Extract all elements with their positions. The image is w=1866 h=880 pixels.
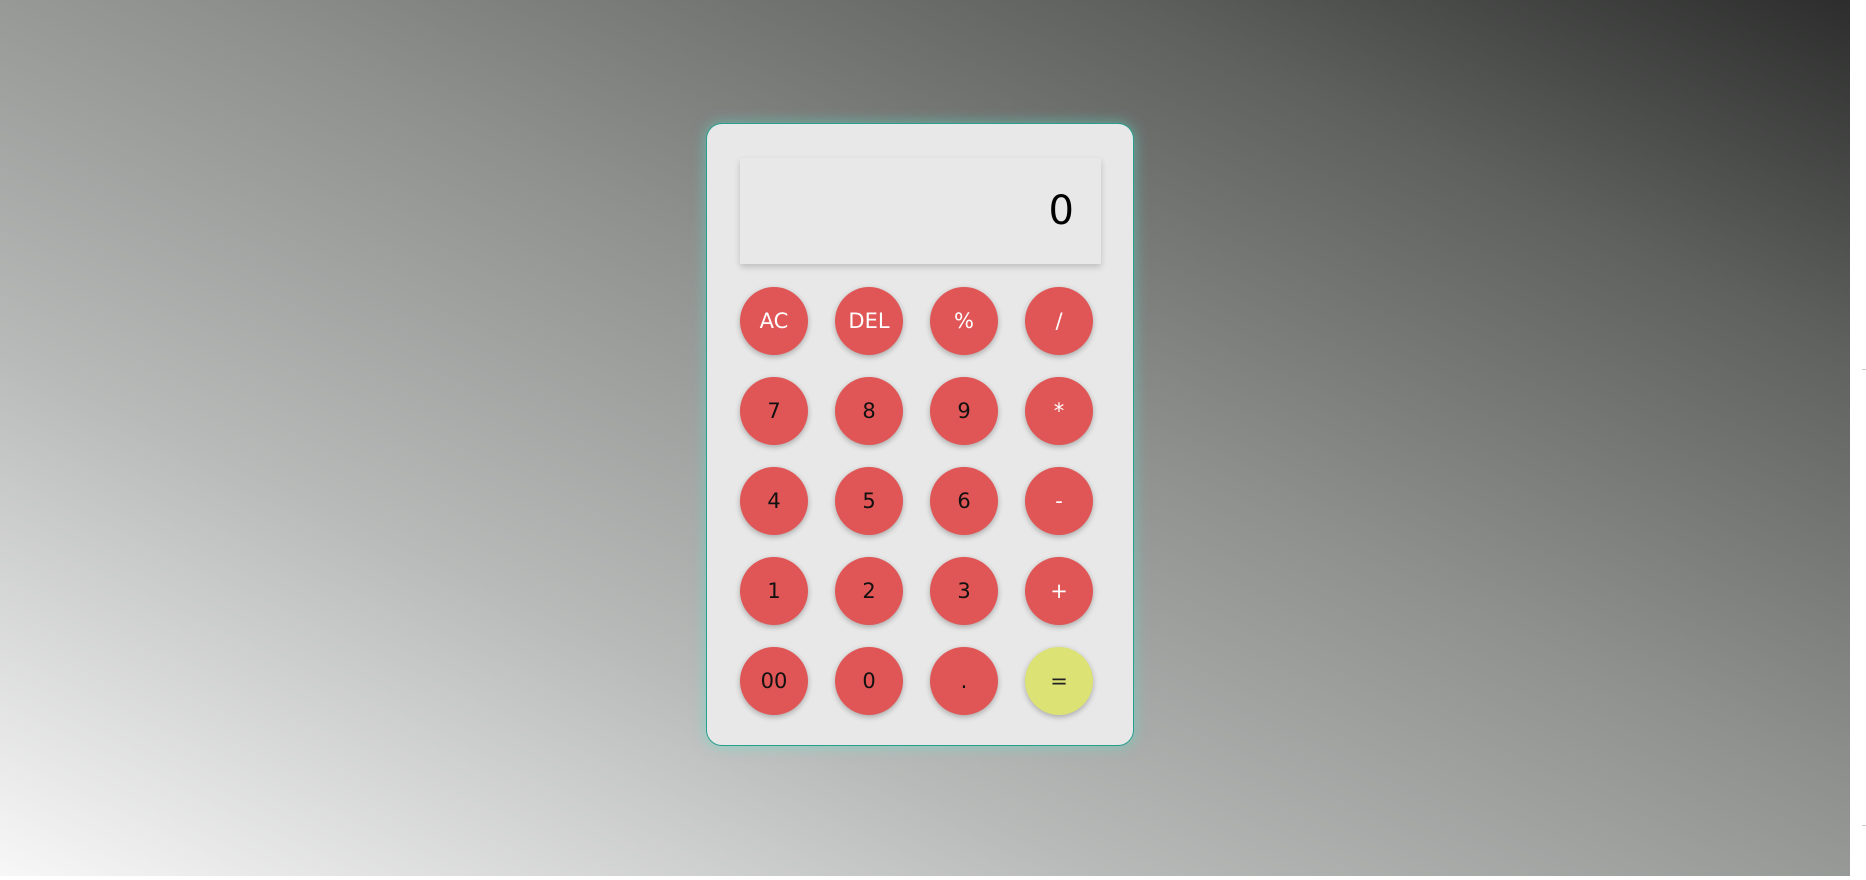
delete-button[interactable]: DEL [835, 287, 903, 355]
digit-5-button[interactable]: 5 [835, 467, 903, 535]
page-edge-strip [1850, 0, 1866, 880]
digit-3-button[interactable]: 3 [930, 557, 998, 625]
calculator-display: 0 [740, 158, 1101, 264]
digit-4-button[interactable]: 4 [740, 467, 808, 535]
percent-button[interactable]: % [930, 287, 998, 355]
multiply-button[interactable]: * [1025, 377, 1093, 445]
edge-tick [1862, 369, 1866, 370]
equals-button[interactable]: = [1025, 647, 1093, 715]
ac-button[interactable]: AC [740, 287, 808, 355]
double-zero-button[interactable]: 00 [740, 647, 808, 715]
divide-button[interactable]: / [1025, 287, 1093, 355]
digit-7-button[interactable]: 7 [740, 377, 808, 445]
digit-0-button[interactable]: 0 [835, 647, 903, 715]
digit-2-button[interactable]: 2 [835, 557, 903, 625]
calculator: 0 AC DEL % / 7 8 9 * 4 5 6 - 1 2 3 + 00 … [706, 123, 1134, 746]
digit-1-button[interactable]: 1 [740, 557, 808, 625]
digit-6-button[interactable]: 6 [930, 467, 998, 535]
digit-8-button[interactable]: 8 [835, 377, 903, 445]
plus-button[interactable]: + [1025, 557, 1093, 625]
minus-button[interactable]: - [1025, 467, 1093, 535]
digit-9-button[interactable]: 9 [930, 377, 998, 445]
edge-tick [1862, 825, 1866, 826]
decimal-point-button[interactable]: . [930, 647, 998, 715]
